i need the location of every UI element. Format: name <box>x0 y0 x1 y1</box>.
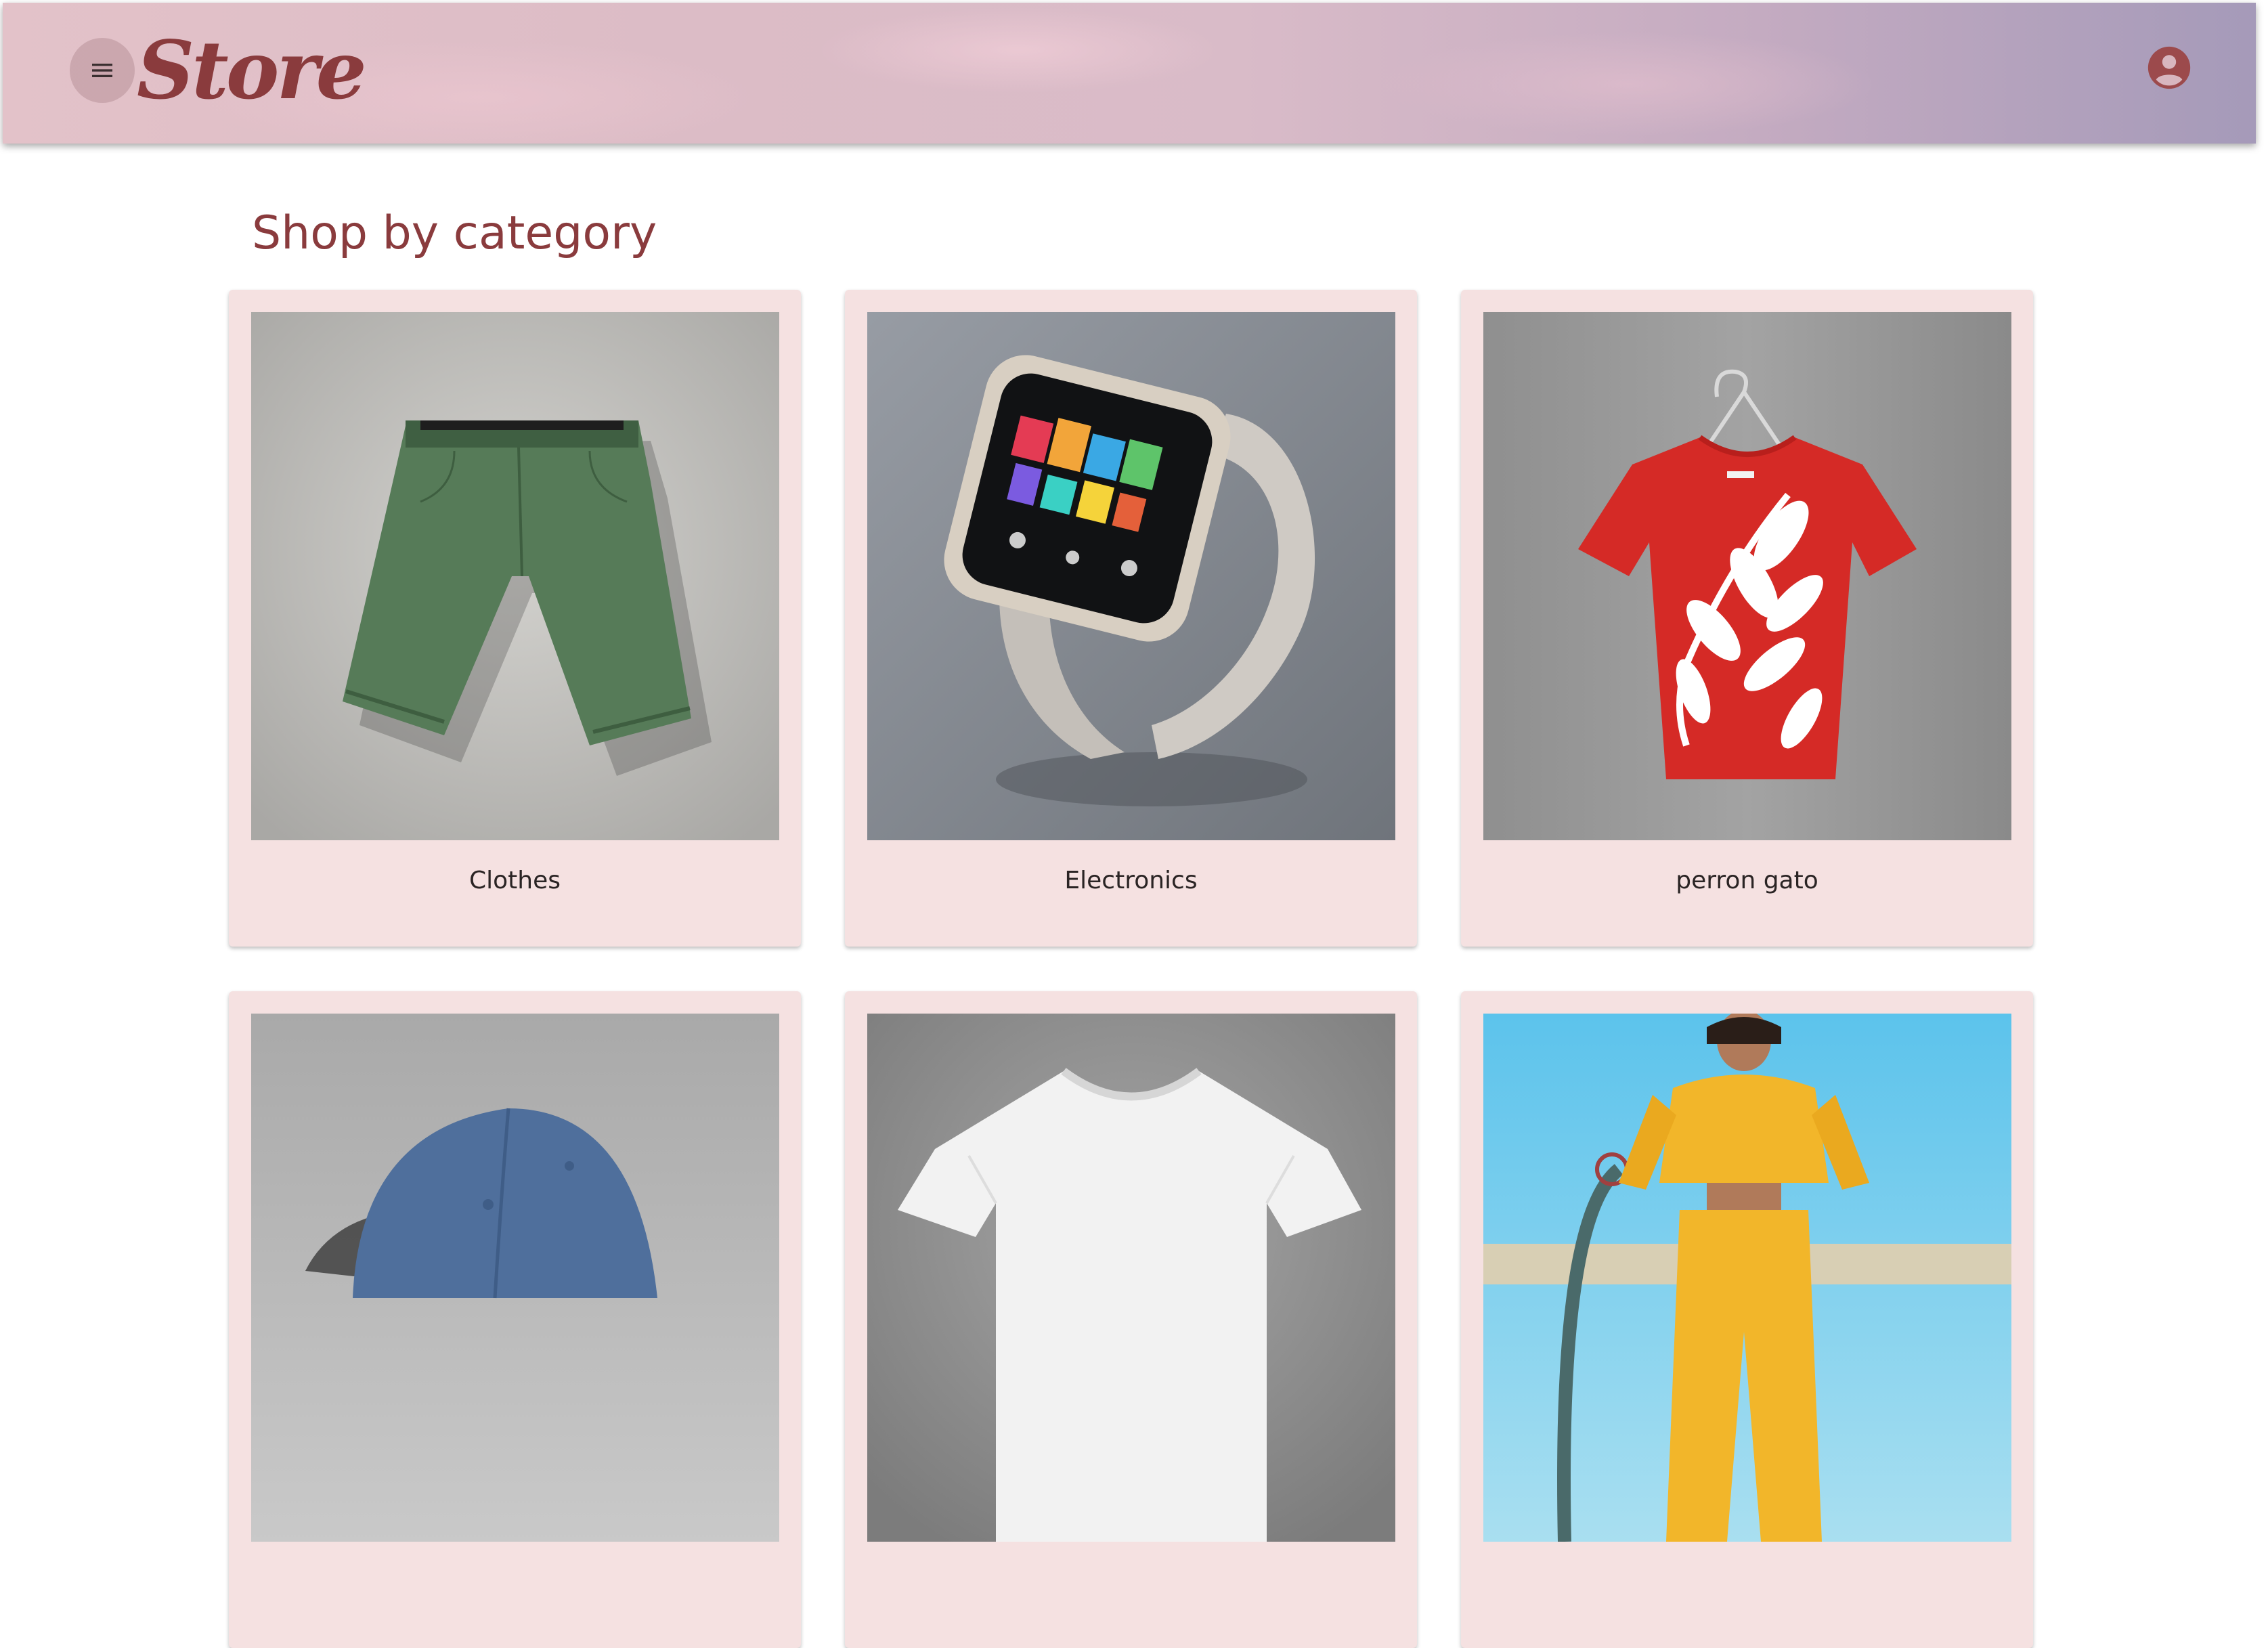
hamburger-menu-icon <box>92 64 112 77</box>
white-tshirt-image <box>867 1014 1395 1542</box>
category-card-tracksuit[interactable] <box>1461 991 2033 1648</box>
menu-button[interactable] <box>70 38 135 103</box>
account-circle-icon <box>2147 46 2191 89</box>
category-label: perron gato <box>1676 867 1818 894</box>
category-card-tshirt[interactable] <box>845 991 1417 1648</box>
section-title: Shop by category <box>252 207 657 260</box>
app-header: Store <box>3 3 2256 144</box>
red-tshirt-image <box>1483 312 2011 840</box>
category-image-blue-cap <box>251 1014 779 1542</box>
category-label: Clothes <box>469 867 561 894</box>
category-image-yellow-tracksuit <box>1483 1014 2011 1542</box>
category-image-smartwatch <box>867 312 1395 840</box>
category-card-electronics[interactable]: Electronics <box>845 290 1417 947</box>
category-image-green-shorts <box>251 312 779 840</box>
store-logo[interactable]: Store <box>137 23 367 118</box>
category-image-white-tshirt <box>867 1014 1395 1542</box>
account-button[interactable] <box>2146 45 2192 91</box>
smartwatch-image <box>867 312 1395 840</box>
category-label: Electronics <box>1064 867 1198 894</box>
blue-cap-image <box>251 1014 779 1542</box>
category-card-clothes[interactable]: Clothes <box>229 290 801 947</box>
category-card-perron-gato[interactable]: perron gato <box>1461 290 2033 947</box>
category-image-red-tshirt <box>1483 312 2011 840</box>
yellow-tracksuit-image <box>1483 1014 2011 1542</box>
category-card-cap[interactable] <box>229 991 801 1648</box>
green-shorts-image <box>251 312 779 840</box>
